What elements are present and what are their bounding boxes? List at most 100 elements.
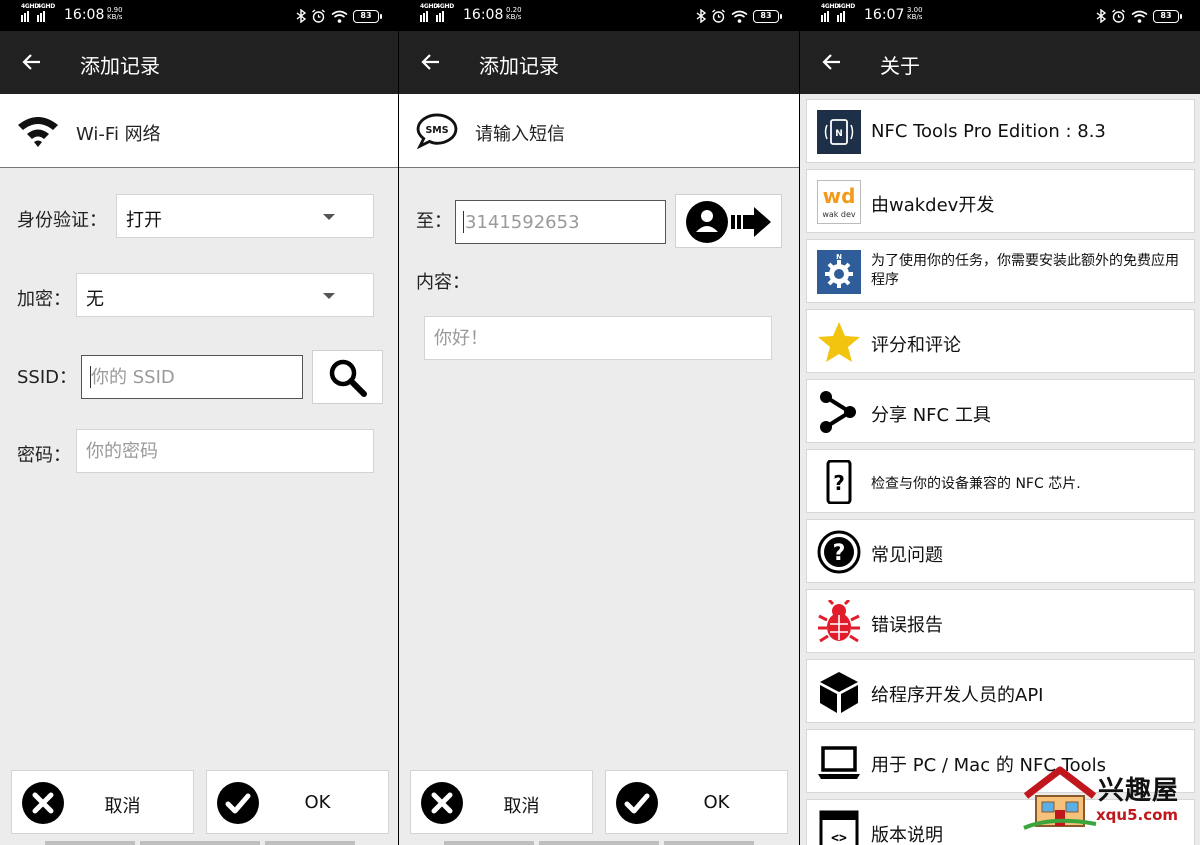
about-item-label: 版本说明 <box>871 825 943 845</box>
auth-value: 打开 <box>126 210 162 231</box>
back-arrow-icon[interactable] <box>20 50 44 74</box>
svg-text:wd: wd <box>823 184 856 208</box>
sms-record-screen: 4GHD 4GHD 16:08 0.20 KB/s 83 添加记录 SMS 请输入… <box>399 0 799 845</box>
record-type-label: 请输入短信 <box>475 124 565 145</box>
phone-question-icon: ? <box>826 460 852 504</box>
about-screen: 4GHD 4GHD 16:07 3.00 KB/s 83 关于 N NFC To… <box>800 0 1200 845</box>
signal-indicators: 4GHD 4GHD <box>821 3 855 22</box>
scan-ssid-button[interactable] <box>312 350 383 404</box>
signal-icon: 4GHD <box>37 3 55 22</box>
cancel-button[interactable]: 取消 <box>410 770 593 834</box>
signal-icon: 4GHD <box>821 3 839 22</box>
svg-text:N: N <box>835 129 843 139</box>
status-bar: 4GHD 4GHD 16:08 0.90 KB/s 83 <box>0 0 398 31</box>
about-item-api[interactable]: 给程序开发人员的API <box>806 659 1195 723</box>
wifi-status-icon <box>331 10 348 23</box>
status-time: 16:08 <box>64 7 105 23</box>
status-time: 16:07 <box>864 7 905 23</box>
content-label: 内容： <box>416 272 470 293</box>
dropdown-caret-icon <box>323 293 335 299</box>
about-item-share[interactable]: 分享 NFC 工具 <box>806 379 1195 443</box>
about-item-label: 错误报告 <box>871 615 943 636</box>
status-icons: 83 <box>1096 8 1182 24</box>
nav-bar <box>45 841 135 845</box>
record-type-header: SMS 请输入短信 <box>399 94 799 168</box>
cancel-button[interactable]: 取消 <box>11 770 194 834</box>
encryption-select[interactable]: 无 <box>76 273 374 317</box>
back-arrow-icon[interactable] <box>820 50 844 74</box>
signal-indicators: 4GHD 4GHD <box>21 3 55 22</box>
app-bar: 添加记录 <box>399 31 799 94</box>
sms-icon: SMS <box>416 113 458 149</box>
battery-icon: 83 <box>353 9 382 23</box>
signal-indicators: 4GHD 4GHD <box>420 3 454 22</box>
svg-text:wak dev: wak dev <box>822 210 856 219</box>
about-item-label: 检查与你的设备兼容的 NFC 芯片. <box>871 476 1081 492</box>
svg-text:N: N <box>836 253 842 261</box>
wakdev-logo-icon: wd wak dev <box>817 180 861 224</box>
status-icons: 83 <box>296 8 382 24</box>
signal-icon: 4GHD <box>420 3 438 22</box>
phone-number-input[interactable] <box>455 200 666 244</box>
about-item-bug-report[interactable]: 错误报告 <box>806 589 1195 653</box>
network-speed: 0.90 KB/s <box>107 6 123 21</box>
password-label: 密码： <box>17 445 71 466</box>
watermark-logo: 兴趣屋 xqu5.com <box>1022 766 1192 830</box>
about-item-faq[interactable]: ? 常见问题 <box>806 519 1195 583</box>
about-item-label: 分享 NFC 工具 <box>871 405 991 426</box>
nfc-tasks-gear-icon: N <box>817 250 861 294</box>
about-item-compat[interactable]: ? 检查与你的设备兼容的 NFC 芯片. <box>806 449 1195 513</box>
house-logo-icon <box>1023 766 1097 830</box>
encryption-value: 无 <box>86 289 104 310</box>
message-input[interactable] <box>424 316 772 360</box>
star-icon <box>818 322 860 362</box>
nav-bar <box>664 841 754 845</box>
svg-text:?: ? <box>833 471 845 495</box>
nav-bar <box>265 841 355 845</box>
dropdown-caret-icon <box>323 214 335 220</box>
about-item-version[interactable]: N NFC Tools Pro Edition : 8.3 <box>806 99 1195 163</box>
pick-contact-button[interactable] <box>675 194 782 248</box>
ok-button[interactable]: OK <box>206 770 389 834</box>
status-time: 16:08 <box>463 7 504 23</box>
about-item-label: 给程序开发人员的API <box>871 685 1044 706</box>
bluetooth-icon <box>1096 9 1106 23</box>
about-item-label: 评分和评论 <box>871 335 961 356</box>
contact-arrow-icon <box>686 201 771 243</box>
help-circle-icon: ? <box>817 530 861 574</box>
about-item-developer[interactable]: wd wak dev 由wakdev开发 <box>806 169 1195 233</box>
ok-button[interactable]: OK <box>605 770 788 834</box>
auth-label: 身份验证： <box>17 210 107 231</box>
cancel-label: 取消 <box>104 796 141 817</box>
ok-label: OK <box>703 792 730 813</box>
nfc-app-icon: N <box>817 110 861 154</box>
battery-icon: 83 <box>1153 9 1182 23</box>
bug-icon <box>818 600 860 643</box>
auth-select[interactable]: 打开 <box>116 194 374 238</box>
recipient-label: 至： <box>416 211 452 232</box>
about-item-nfc-tasks[interactable]: N 为了使用你的任务，你需要安装此额外的免费应用程序 <box>806 239 1195 303</box>
cube-icon <box>820 672 858 713</box>
watermark-url: xqu5.com <box>1096 806 1179 824</box>
signal-icon: 4GHD <box>837 3 855 22</box>
bluetooth-icon <box>296 9 306 23</box>
wifi-status-icon <box>1131 10 1148 23</box>
encryption-label: 加密： <box>17 289 71 310</box>
cancel-label: 取消 <box>503 796 540 817</box>
laptop-icon <box>818 746 860 779</box>
page-title: 关于 <box>880 54 920 78</box>
back-arrow-icon[interactable] <box>419 50 443 74</box>
password-input[interactable] <box>76 429 374 473</box>
status-icons: 83 <box>696 8 782 24</box>
text-cursor <box>463 211 464 233</box>
page-title: 添加记录 <box>479 54 559 78</box>
signal-icon: 4GHD <box>436 3 454 22</box>
nav-bar <box>539 841 659 845</box>
nav-bar <box>140 841 260 845</box>
record-type-header: Wi-Fi 网络 <box>0 94 398 168</box>
ssid-input[interactable] <box>81 355 303 399</box>
ok-label: OK <box>304 792 331 813</box>
nav-bar <box>444 841 534 845</box>
about-item-rate[interactable]: 评分和评论 <box>806 309 1195 373</box>
network-speed: 3.00 KB/s <box>907 6 923 21</box>
